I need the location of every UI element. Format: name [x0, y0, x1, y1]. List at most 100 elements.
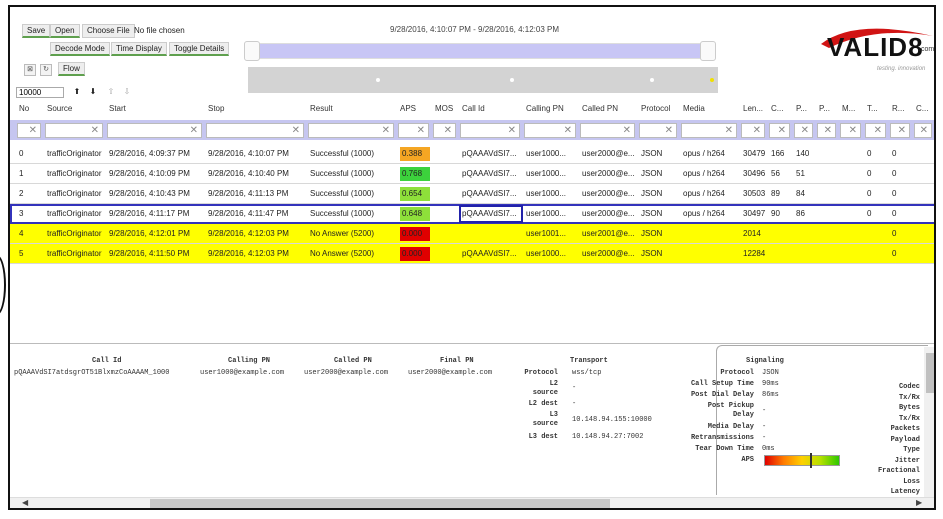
column-header[interactable]: Calling PN: [526, 100, 580, 118]
table-row[interactable]: 2 trafficOriginator 9/28/2016, 4:10:43 PM 9…: [10, 184, 934, 204]
time-range-slider[interactable]: [250, 43, 715, 59]
toggle-details-button[interactable]: Toggle Details: [169, 42, 230, 56]
column-filter-input[interactable]: ✕: [107, 123, 202, 138]
clear-filter-icon[interactable]: ✕: [778, 125, 786, 137]
vertical-scroll-thumb[interactable]: [926, 353, 934, 393]
slider-handle-left[interactable]: [244, 41, 260, 61]
l2-dest-label: L2 dest: [528, 400, 558, 408]
column-header[interactable]: APS: [400, 100, 433, 118]
clear-filter-icon[interactable]: ✕: [444, 125, 452, 137]
clear-filter-icon[interactable]: ✕: [753, 125, 761, 137]
column-filter-input[interactable]: ✕: [308, 123, 394, 138]
column-filter-input[interactable]: ✕: [17, 123, 41, 138]
column-header[interactable]: P...: [819, 100, 840, 118]
selected-cell[interactable]: [459, 205, 523, 223]
table-row[interactable]: 0 trafficOriginator 9/28/2016, 4:09:37 PM 9…: [10, 144, 934, 164]
column-header[interactable]: Len...: [743, 100, 769, 118]
pane-divider[interactable]: [10, 343, 934, 344]
open-button[interactable]: Open: [50, 24, 80, 38]
column-filter-input[interactable]: ✕: [794, 123, 813, 138]
column-filter-input[interactable]: ✕: [580, 123, 635, 138]
clear-filter-icon[interactable]: ✕: [824, 125, 832, 137]
column-header[interactable]: Call Id: [462, 100, 524, 118]
column-filter-input[interactable]: ✕: [681, 123, 737, 138]
select-icon[interactable]: ⊠: [24, 64, 36, 76]
table-cell-stop: 9/28/2016, 4:10:07 PM: [208, 149, 289, 158]
column-header[interactable]: C...: [916, 100, 934, 118]
column-header[interactable]: R...: [892, 100, 914, 118]
column-header[interactable]: P...: [796, 100, 817, 118]
column-header[interactable]: Start: [109, 100, 206, 118]
clear-filter-icon[interactable]: ✕: [874, 125, 882, 137]
clear-filter-icon[interactable]: ✕: [898, 125, 906, 137]
column-filter-input[interactable]: ✕: [741, 123, 765, 138]
clear-filter-icon[interactable]: ✕: [29, 125, 37, 137]
column-filter-input[interactable]: ✕: [890, 123, 910, 138]
clear-filter-icon[interactable]: ✕: [849, 125, 857, 137]
table-cell-callid: pQAAAVdSI7...: [462, 169, 517, 178]
arrow-down-icon[interactable]: ⬇: [88, 86, 98, 98]
clear-filter-icon[interactable]: ✕: [91, 125, 99, 137]
column-filter-input[interactable]: ✕: [914, 123, 932, 138]
scroll-right-icon[interactable]: ▶: [916, 498, 922, 507]
column-header[interactable]: Source: [47, 100, 107, 118]
table-cell-start: 9/28/2016, 4:12:01 PM: [109, 229, 190, 238]
clear-filter-icon[interactable]: ✕: [725, 125, 733, 137]
column-header[interactable]: M...: [842, 100, 865, 118]
time-display-button[interactable]: Time Display: [111, 42, 167, 56]
column-filter-input[interactable]: ✕: [639, 123, 677, 138]
timeline-dot: [710, 78, 714, 82]
column-filter-input[interactable]: ✕: [398, 123, 429, 138]
column-filter-input[interactable]: ✕: [865, 123, 886, 138]
column-header[interactable]: Called PN: [582, 100, 639, 118]
column-header[interactable]: Protocol: [641, 100, 681, 118]
column-filter-input[interactable]: ✕: [817, 123, 836, 138]
table-cell-p: [796, 244, 817, 264]
slider-handle-right[interactable]: [700, 41, 716, 61]
column-filter-input[interactable]: ✕: [769, 123, 790, 138]
clear-filter-icon[interactable]: ✕: [623, 125, 631, 137]
clear-filter-icon[interactable]: ✕: [508, 125, 516, 137]
flow-button[interactable]: Flow: [58, 62, 85, 76]
save-button[interactable]: Save: [22, 24, 51, 38]
horizontal-scroll-thumb[interactable]: [150, 499, 610, 508]
column-filter-input[interactable]: ✕: [460, 123, 520, 138]
table-row[interactable]: 5 trafficOriginator 9/28/2016, 4:11:50 PM 9…: [10, 244, 934, 264]
detail-called: user2000@example.com: [304, 369, 389, 377]
arrow-up-icon[interactable]: ⬆: [72, 86, 82, 98]
column-header[interactable]: T...: [867, 100, 890, 118]
choose-file-button[interactable]: Choose File: [82, 24, 135, 38]
detail-callid: pQAAAVdSI7atdsgrOT51BlxmzCoAAAAM_1000: [14, 369, 170, 377]
post-dial-delay: 86ms: [762, 391, 779, 399]
column-filter-input[interactable]: ✕: [524, 123, 576, 138]
column-header[interactable]: Media: [683, 100, 741, 118]
arrow-up-disabled-icon[interactable]: ⇧: [106, 86, 116, 98]
column-header[interactable]: No: [19, 100, 45, 118]
column-header[interactable]: C...: [771, 100, 794, 118]
clear-filter-icon[interactable]: ✕: [564, 125, 572, 137]
clear-filter-icon[interactable]: ✕: [382, 125, 390, 137]
table-row[interactable]: 4 trafficOriginator 9/28/2016, 4:12:01 PM 9…: [10, 224, 934, 244]
column-header[interactable]: MOS: [435, 100, 460, 118]
column-header[interactable]: Stop: [208, 100, 308, 118]
clear-filter-icon[interactable]: ✕: [920, 125, 928, 137]
column-filter-input[interactable]: ✕: [840, 123, 861, 138]
arrow-down-disabled-icon[interactable]: ⇩: [122, 86, 132, 98]
clear-filter-icon[interactable]: ✕: [801, 125, 809, 137]
clear-filter-icon[interactable]: ✕: [665, 125, 673, 137]
l3-source-label-b: source: [532, 420, 558, 428]
table-row[interactable]: 3 trafficOriginator 9/28/2016, 4:11:17 PM 9…: [10, 204, 934, 224]
column-filter-input[interactable]: ✕: [433, 123, 456, 138]
column-filter-input[interactable]: ✕: [45, 123, 103, 138]
timeline-band[interactable]: [248, 67, 718, 93]
scroll-left-icon[interactable]: ◀: [22, 498, 28, 507]
column-filter-input[interactable]: ✕: [206, 123, 304, 138]
count-input[interactable]: [16, 87, 64, 98]
clear-filter-icon[interactable]: ✕: [190, 125, 198, 137]
decode-mode-button[interactable]: Decode Mode: [50, 42, 110, 56]
clear-filter-icon[interactable]: ✕: [417, 125, 425, 137]
refresh-icon[interactable]: ↻: [40, 64, 52, 76]
column-header[interactable]: Result: [310, 100, 398, 118]
clear-filter-icon[interactable]: ✕: [292, 125, 300, 137]
table-row[interactable]: 1 trafficOriginator 9/28/2016, 4:10:09 PM 9…: [10, 164, 934, 184]
